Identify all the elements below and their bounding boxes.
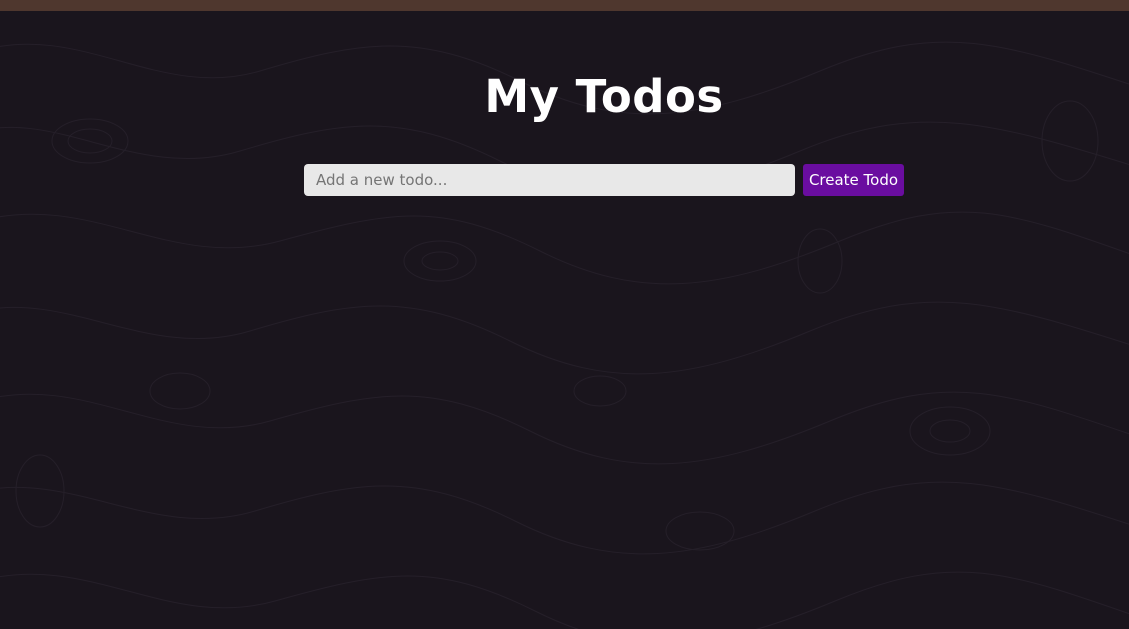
page-title: My Todos bbox=[484, 70, 724, 123]
new-todo-input[interactable] bbox=[304, 164, 795, 196]
main-content: My Todos Create Todo bbox=[0, 11, 1129, 629]
top-bar bbox=[0, 0, 1129, 11]
create-todo-button[interactable]: Create Todo bbox=[803, 164, 904, 196]
new-todo-form: Create Todo bbox=[304, 164, 904, 196]
